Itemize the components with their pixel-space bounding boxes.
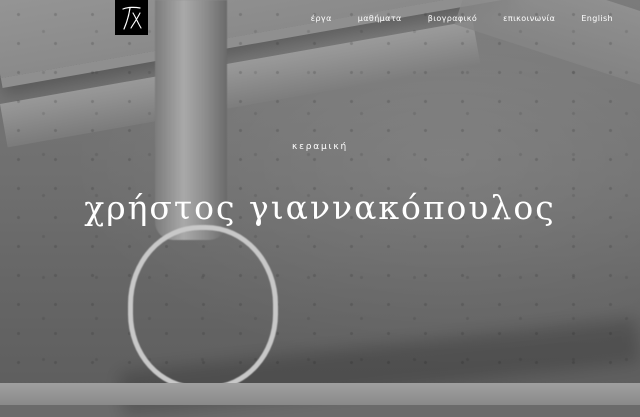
- nav-item-biography[interactable]: βιογραφικό: [428, 14, 477, 23]
- photo-ground: [0, 383, 640, 405]
- hero-subtitle: κεραμική: [292, 142, 348, 152]
- hero-title: χρήστος γιαννακόπουλος: [84, 188, 556, 227]
- nav-item-contact[interactable]: επικοινωνία: [503, 14, 555, 23]
- logo-link[interactable]: [115, 0, 148, 35]
- nav-item-lessons[interactable]: μαθήματα: [358, 14, 402, 23]
- main-nav: έργα μαθήματα βιογραφικό επικοινωνία Eng…: [311, 14, 613, 23]
- nav-item-english[interactable]: English: [581, 14, 613, 23]
- nav-item-works[interactable]: έργα: [311, 14, 332, 23]
- signature-logo-icon: [121, 6, 142, 30]
- photo-wire-loop: [128, 225, 278, 390]
